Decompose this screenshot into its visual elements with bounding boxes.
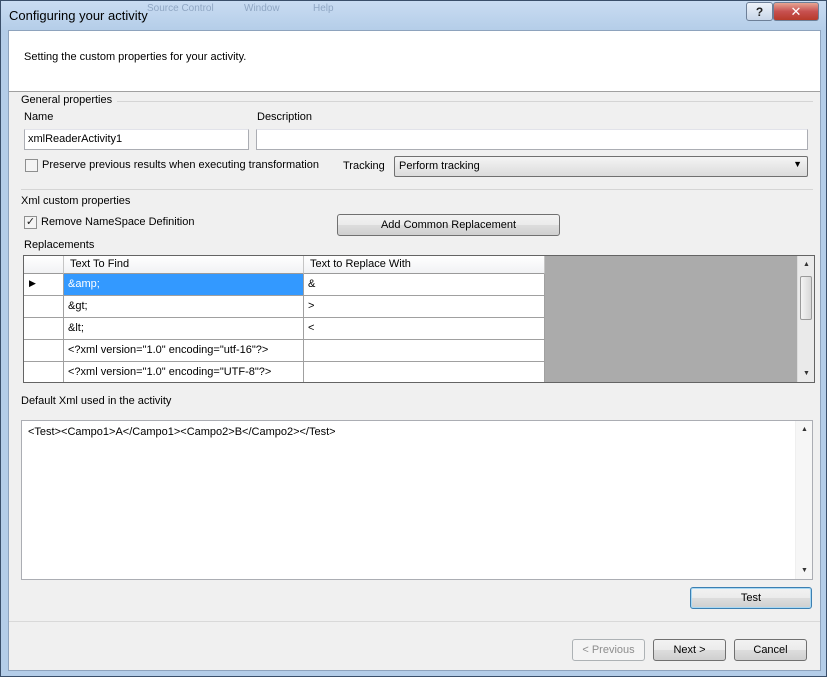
grid-cell-replace[interactable] [304, 362, 545, 382]
name-input[interactable]: xmlReaderActivity1 [24, 129, 249, 150]
dialog-window: Source Control Window Help Configuring y… [0, 0, 827, 677]
row-header[interactable] [24, 296, 64, 318]
group-divider [117, 101, 813, 102]
remove-namespace-label[interactable]: Remove NameSpace Definition [41, 216, 194, 228]
general-properties-title: General properties [21, 94, 113, 106]
grid-corner-header [24, 256, 64, 274]
close-icon: ✕ [790, 3, 802, 19]
description-input[interactable] [256, 129, 808, 150]
grid-cell-find[interactable]: &gt; [64, 296, 304, 318]
replacements-grid[interactable]: Text To Find Text to Replace With ▶ &amp… [23, 255, 815, 383]
chevron-down-icon: ▼ [793, 159, 802, 169]
grid-scrollbar[interactable]: ▲ ▼ [797, 256, 814, 382]
ghost-menu-item: Help [313, 3, 334, 14]
textarea-scrollbar[interactable]: ▲ ▼ [795, 421, 812, 579]
window-title: Configuring your activity [9, 8, 148, 23]
row-header[interactable]: ▶ [24, 274, 64, 296]
grid-cell-find[interactable]: <?xml version="1.0" encoding="utf-16"?> [64, 340, 304, 362]
scroll-up-icon[interactable]: ▲ [798, 256, 814, 273]
replacements-label: Replacements [24, 239, 95, 251]
title-bar[interactable]: Source Control Window Help Configuring y… [1, 1, 826, 29]
grid-cell-replace[interactable]: < [304, 318, 545, 340]
scroll-down-icon[interactable]: ▼ [796, 562, 813, 579]
cancel-button[interactable]: Cancel [734, 639, 807, 661]
help-button[interactable]: ? [746, 2, 773, 21]
scroll-up-icon[interactable]: ▲ [796, 421, 813, 438]
scroll-down-icon[interactable]: ▼ [798, 365, 814, 382]
current-row-arrow-icon: ▶ [29, 278, 36, 288]
help-icon: ? [755, 4, 764, 19]
grid-cell-find[interactable]: &amp; [64, 274, 304, 296]
grid-cell-replace[interactable]: & [304, 274, 545, 296]
xml-custom-properties-title: Xml custom properties [21, 195, 131, 207]
row-header[interactable] [24, 340, 64, 362]
column-header-text-to-find[interactable]: Text To Find [64, 256, 304, 274]
footer-divider [9, 621, 820, 622]
row-header[interactable] [24, 318, 64, 340]
tracking-label: Tracking [343, 160, 385, 172]
dialog-client-area: Setting the custom properties for your a… [8, 30, 821, 671]
name-label: Name [24, 111, 54, 123]
grid-cell-find[interactable]: &lt; [64, 318, 304, 340]
preserve-results-label[interactable]: Preserve previous results when executing… [42, 159, 319, 171]
previous-button[interactable]: < Previous [572, 639, 645, 661]
column-header-text-to-replace[interactable]: Text to Replace With [304, 256, 545, 274]
header-description: Setting the custom properties for your a… [24, 51, 247, 63]
remove-namespace-checkbox[interactable]: ✓ [24, 216, 37, 229]
wizard-header: Setting the custom properties for your a… [9, 31, 820, 92]
default-xml-content: <Test><Campo1>A</Campo1><Campo2>B</Campo… [28, 426, 336, 438]
next-button[interactable]: Next > [653, 639, 726, 661]
add-common-replacement-button[interactable]: Add Common Replacement [337, 214, 560, 236]
tracking-dropdown[interactable]: Perform tracking ▼ [394, 156, 808, 177]
scrollbar-thumb[interactable] [800, 276, 812, 320]
test-button[interactable]: Test [690, 587, 812, 609]
group-divider [21, 189, 813, 190]
ghost-menu-item: Window [244, 3, 280, 14]
close-button[interactable]: ✕ [773, 2, 819, 21]
grid-cell-replace[interactable] [304, 340, 545, 362]
grid-cell-replace[interactable]: > [304, 296, 545, 318]
ghost-menu-item: Source Control [147, 3, 214, 14]
preserve-results-checkbox[interactable] [25, 159, 38, 172]
row-header[interactable] [24, 362, 64, 382]
checkmark-icon: ✓ [25, 216, 36, 228]
grid-cell-find[interactable]: <?xml version="1.0" encoding="UTF-8"?> [64, 362, 304, 382]
default-xml-textarea[interactable]: <Test><Campo1>A</Campo1><Campo2>B</Campo… [21, 420, 813, 580]
default-xml-label: Default Xml used in the activity [21, 395, 172, 407]
tracking-selected-value: Perform tracking [399, 160, 480, 172]
description-label: Description [257, 111, 313, 123]
